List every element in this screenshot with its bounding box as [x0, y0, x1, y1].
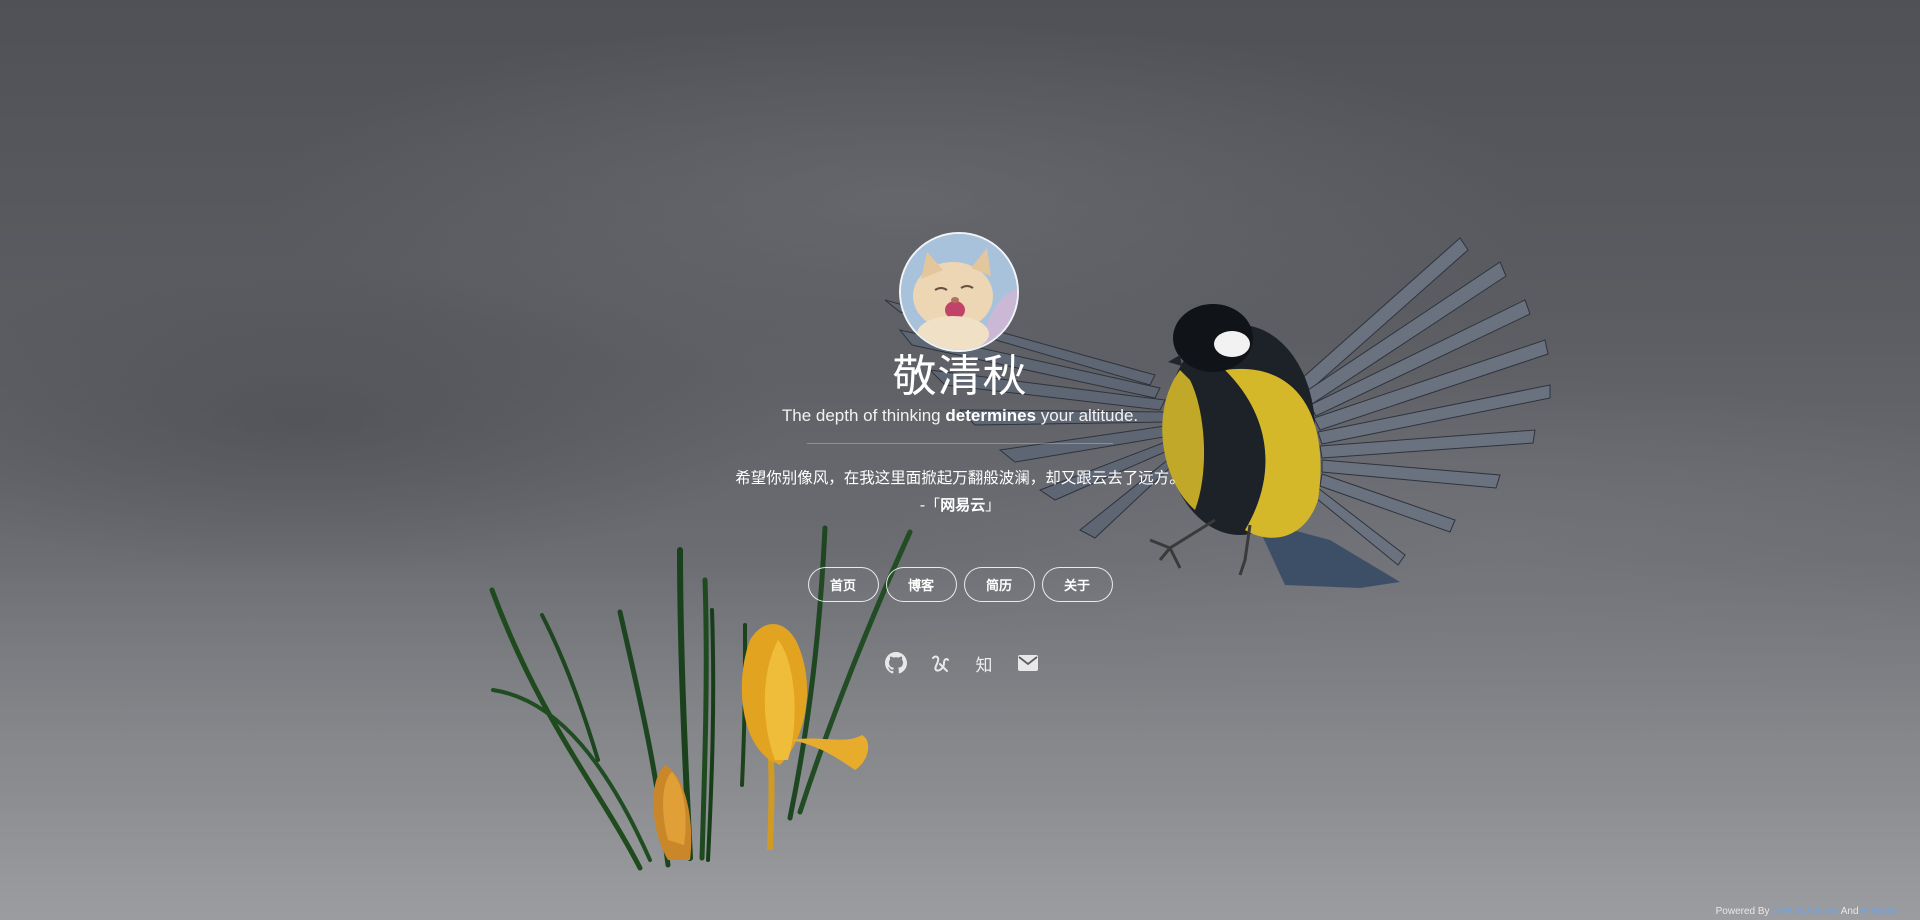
- tagline: The depth of thinking determines your al…: [0, 404, 1920, 428]
- footer-and: And: [1838, 906, 1862, 917]
- mail-link[interactable]: [1017, 652, 1039, 674]
- hitokoto-link[interactable]: Hitokoto: [1861, 906, 1898, 917]
- yuque-icon: [932, 655, 949, 672]
- github-icon: [885, 652, 907, 674]
- zhihu-icon: 知: [975, 655, 993, 676]
- tagline-bold: determines: [945, 406, 1037, 425]
- yuque-link[interactable]: [929, 652, 951, 674]
- quote-source: -「网易云」: [0, 494, 1920, 516]
- nav-blog-button[interactable]: 博客: [885, 567, 957, 602]
- quote-prefix: -「: [919, 496, 941, 514]
- github-link[interactable]: [885, 652, 907, 674]
- nav-buttons: 首页 博客 简历 关于: [0, 567, 1920, 602]
- quote-suffix: 」: [985, 496, 1001, 514]
- zhihu-link[interactable]: 知: [973, 652, 995, 676]
- cat-avatar-icon: [901, 234, 1017, 350]
- divider: [807, 443, 1113, 444]
- profile-card: 敬清秋 The depth of thinking determines you…: [0, 0, 1920, 920]
- tagline-pre: The depth of thinking: [781, 406, 946, 425]
- nav-home-button[interactable]: 首页: [807, 567, 879, 602]
- quote-source-name: 网易云: [940, 496, 986, 514]
- social-links: 知: [0, 652, 1920, 676]
- nav-about-button[interactable]: 关于: [1041, 567, 1113, 602]
- hitokoto-quote: 希望你别像风，在我这里面掀起万翻般波澜，却又跟云去了远方。: [735, 469, 1185, 487]
- profile-name: 敬清秋: [892, 351, 1028, 402]
- footer: Powered By GitHub Actions And Hitokoto: [1716, 906, 1898, 917]
- nav-resume-button[interactable]: 简历: [963, 567, 1035, 602]
- avatar[interactable]: [899, 232, 1019, 352]
- footer-powered-by: Powered By: [1715, 906, 1773, 917]
- page: 敬清秋 The depth of thinking determines you…: [0, 0, 1920, 920]
- mail-icon: [1018, 655, 1038, 671]
- github-actions-link[interactable]: GitHub Actions: [1772, 906, 1838, 917]
- tagline-post: your altitude.: [1036, 406, 1139, 425]
